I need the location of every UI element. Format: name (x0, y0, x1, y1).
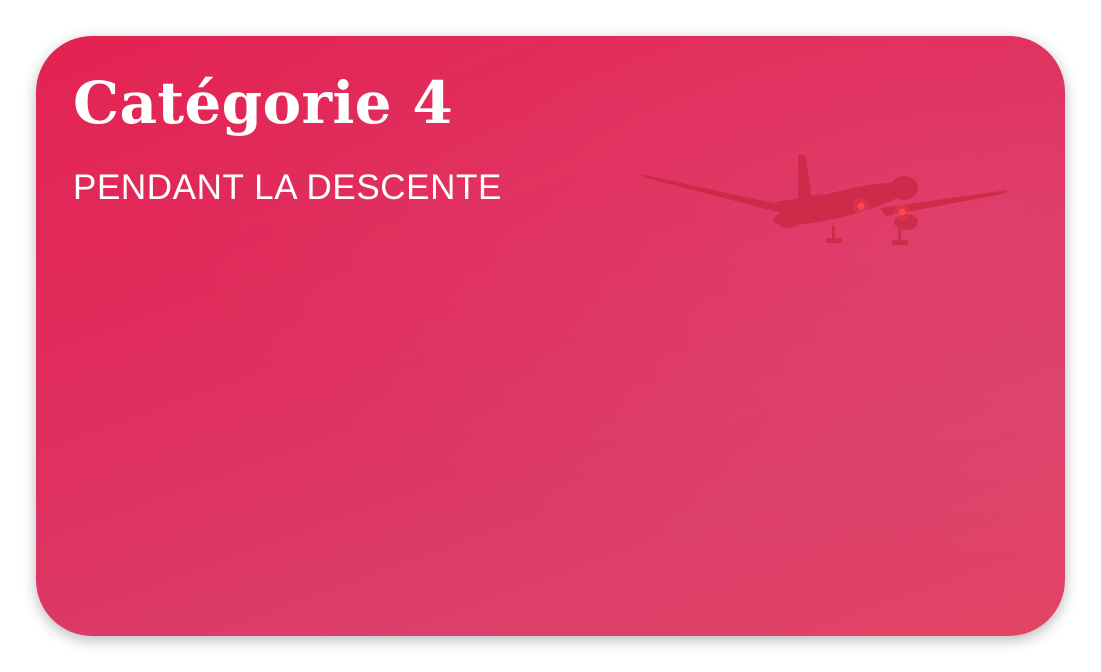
card-subtitle: PENDANT LA DESCENTE (73, 168, 502, 207)
card-title: Catégorie 4 (73, 69, 454, 137)
airplane-landing-icon (640, 154, 1008, 245)
category-card[interactable]: Catégorie 4 PENDANT LA DESCENTE (36, 36, 1065, 636)
